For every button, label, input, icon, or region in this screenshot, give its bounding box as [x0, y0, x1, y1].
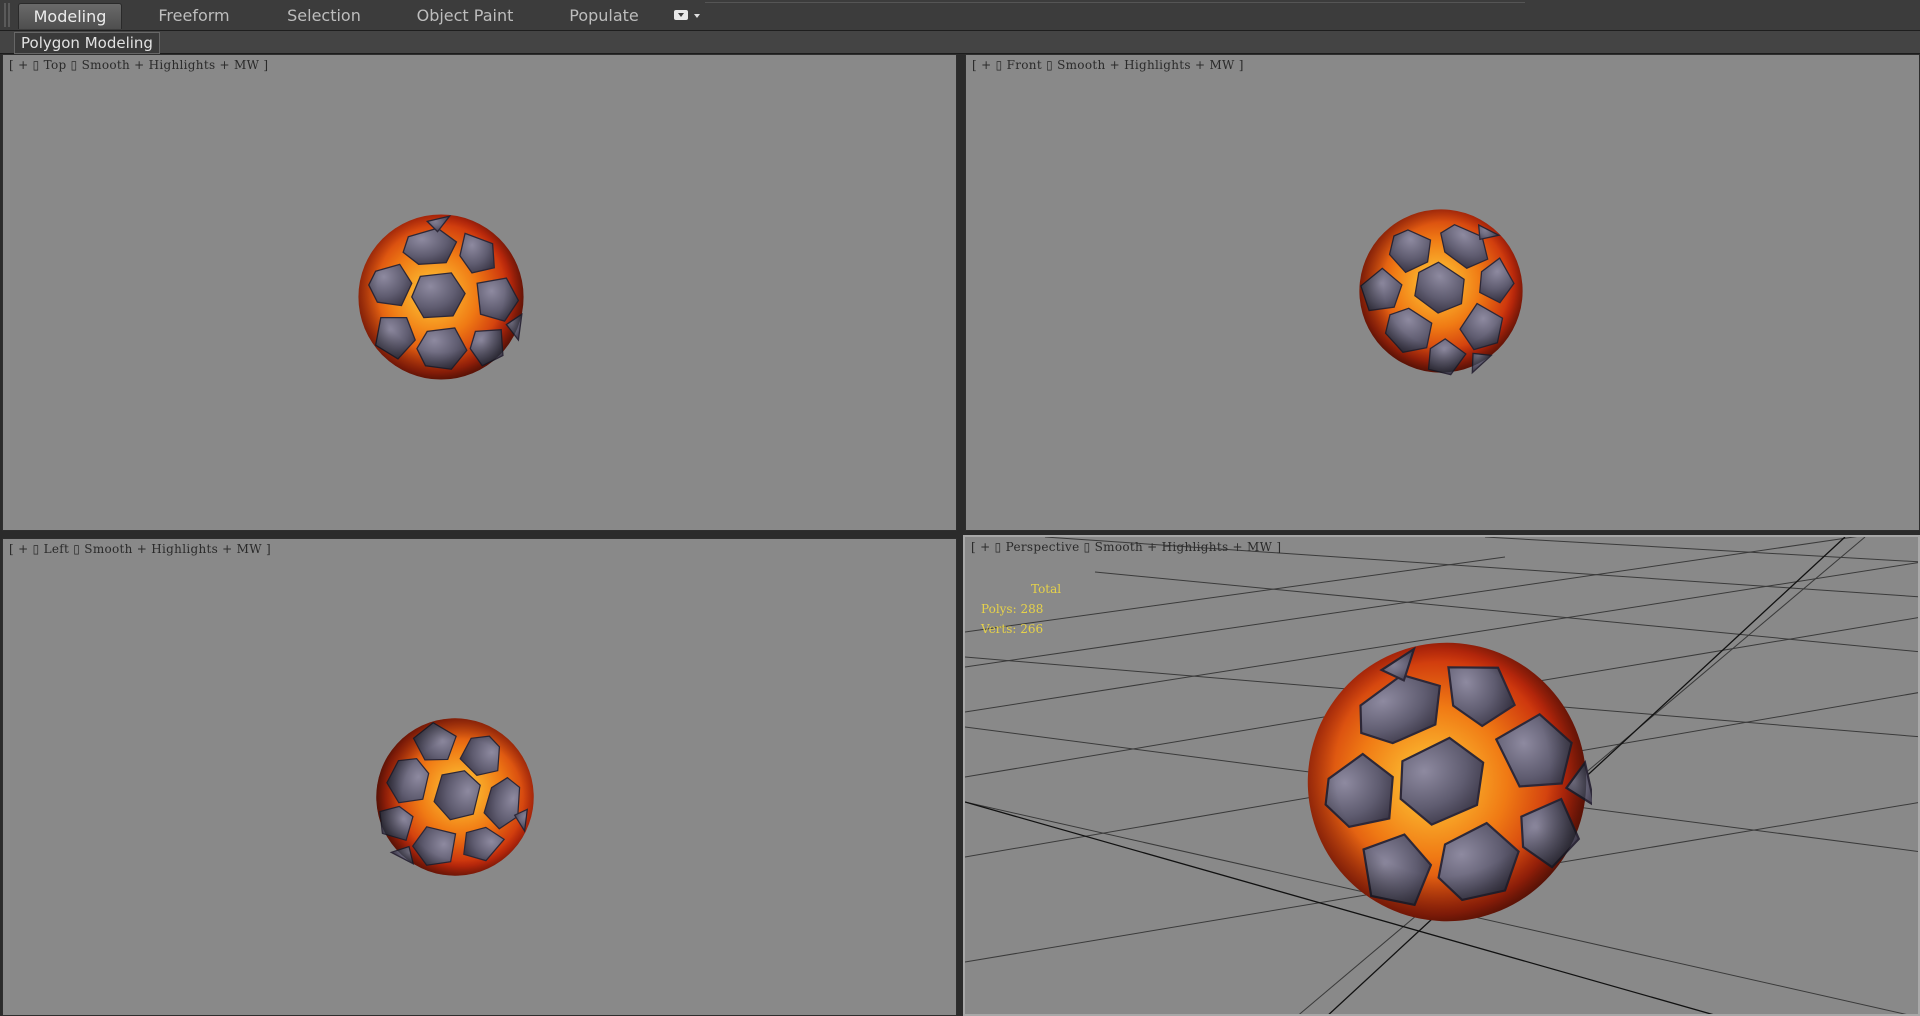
verts-label: Verts:	[981, 622, 1017, 636]
viewport-shading-menu[interactable]: Smooth + Highlights + MW	[1095, 540, 1273, 554]
polys-value: 288	[1020, 602, 1044, 616]
ribbon-tab-bar: Modeling Freeform Selection Object Paint…	[0, 0, 1920, 31]
viewport-general-menu[interactable]: +	[18, 542, 28, 556]
viewport-menu-bracket-close: ]	[263, 58, 269, 72]
viewport-front[interactable]: [ + ▯ Front ▯ Smooth + Highlights + MW ]	[965, 54, 1920, 531]
viewport-view-menu[interactable]: Left	[44, 542, 70, 556]
viewport-menu-bracket-close: ]	[266, 542, 271, 556]
lava-rock-sphere[interactable]	[1302, 637, 1592, 927]
verts-value: 266	[1020, 622, 1044, 636]
polys-label: Polys:	[981, 602, 1017, 616]
viewport-menu-bracket-close: ]	[1238, 58, 1244, 72]
viewport-general-menu[interactable]: +	[18, 58, 28, 72]
tab-modeling[interactable]: Modeling	[18, 3, 122, 29]
stats-polys: Polys: 288	[981, 599, 1061, 619]
viewport-general-menu[interactable]: +	[980, 540, 990, 554]
viewport-menu-bracket[interactable]: [	[972, 58, 977, 72]
viewport-menu-bracket[interactable]: [	[971, 540, 976, 554]
viewport-menu-bracket[interactable]: [	[9, 58, 14, 72]
viewport-shading-menu[interactable]: Smooth + Highlights + MW	[82, 58, 260, 72]
viewport-label: [ + ▯ Left ▯ Smooth + Highlights + MW ]	[9, 542, 271, 556]
viewport-left[interactable]: [ + ▯ Left ▯ Smooth + Highlights + MW ]	[2, 538, 957, 1016]
lava-rock-sphere[interactable]	[1356, 206, 1526, 376]
viewport-view-menu[interactable]: Top	[44, 58, 67, 72]
lava-rock-sphere[interactable]	[355, 211, 527, 383]
ribbon-panel-bar: Polygon Modeling	[0, 31, 1920, 54]
scene-statistics: Total Polys: 288 Verts: 266	[981, 579, 1061, 639]
viewport-label: [ + ▯ Front ▯ Smooth + Highlights + MW ]	[972, 58, 1244, 72]
viewport-menu-bracket-close: ]	[1276, 540, 1282, 554]
polygon-modeling-panel-button[interactable]: Polygon Modeling	[14, 32, 160, 54]
tab-selection[interactable]: Selection	[272, 3, 376, 28]
viewport-perspective[interactable]: [ + ▯ Perspective ▯ Smooth + Highlights …	[963, 535, 1920, 1016]
tab-object-paint[interactable]: Object Paint	[410, 3, 520, 28]
tab-populate[interactable]: Populate	[556, 3, 652, 28]
stats-verts: Verts: 266	[981, 619, 1061, 639]
tab-freeform[interactable]: Freeform	[144, 3, 244, 28]
dropdown-box-icon	[674, 10, 688, 20]
viewport-menu-bracket[interactable]: [	[9, 542, 14, 556]
ribbon-divider	[705, 2, 1525, 3]
viewport-general-menu[interactable]: +	[981, 58, 991, 72]
viewport-view-menu[interactable]: Front	[1007, 58, 1042, 72]
viewport-view-menu[interactable]: Perspective	[1006, 540, 1080, 554]
chevron-down-icon	[694, 14, 700, 18]
viewport-shading-menu[interactable]: Smooth + Highlights + MW	[84, 542, 262, 556]
viewport-label: [ + ▯ Top ▯ Smooth + Highlights + MW ]	[9, 58, 269, 72]
viewport-shading-menu[interactable]: Smooth + Highlights + MW	[1057, 58, 1235, 72]
lava-rock-sphere[interactable]	[373, 715, 537, 879]
stats-total-label: Total	[1031, 582, 1062, 596]
ribbon-grip[interactable]	[4, 3, 10, 27]
viewport-top[interactable]: [ + ▯ Top ▯ Smooth + Highlights + MW ]	[2, 54, 957, 531]
viewport-label: [ + ▯ Perspective ▯ Smooth + Highlights …	[971, 540, 1282, 554]
ribbon-overflow-button[interactable]	[674, 8, 704, 24]
